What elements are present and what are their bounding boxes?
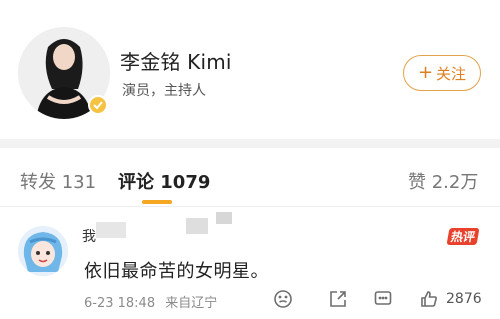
emoji-reaction-icon[interactable] — [272, 288, 294, 310]
commenter-avatar-image — [18, 226, 68, 276]
tabs-divider — [0, 206, 500, 207]
section-divider — [0, 139, 500, 148]
comment-time: 6-23 18:48 — [84, 296, 156, 311]
redacted-name-block — [186, 218, 208, 234]
redacted-name-block — [96, 222, 126, 238]
active-tab-indicator — [142, 200, 172, 204]
verified-badge-icon — [88, 95, 108, 115]
follow-label: 关注 — [436, 64, 467, 83]
commenter-avatar[interactable] — [18, 226, 68, 276]
like-thumb-icon[interactable] — [418, 288, 440, 310]
commenter-name[interactable]: 我 — [82, 226, 96, 246]
tab-likes[interactable]: 赞 2.2万 — [408, 168, 478, 194]
tab-comments[interactable]: 评论 1079 — [118, 168, 210, 194]
share-icon[interactable] — [327, 288, 349, 310]
like-count[interactable]: 2876 — [446, 291, 482, 307]
redacted-name-block — [216, 212, 232, 224]
tab-repost[interactable]: 转发 131 — [20, 168, 96, 194]
follow-button[interactable]: + 关注 — [403, 55, 481, 91]
profile-subtitle: 演员，主持人 — [122, 83, 206, 99]
comment-reply-icon[interactable] — [372, 288, 394, 310]
plus-icon: + — [417, 62, 434, 83]
profile-name[interactable]: 李金铭 Kimi — [120, 46, 232, 75]
comment-meta: 6-23 18:48 来自辽宁 — [84, 292, 217, 311]
comment-text: 依旧最命苦的女明星。 — [84, 261, 269, 282]
hot-comment-badge: 热评 — [446, 228, 480, 245]
comment-location: 来自辽宁 — [165, 296, 218, 311]
